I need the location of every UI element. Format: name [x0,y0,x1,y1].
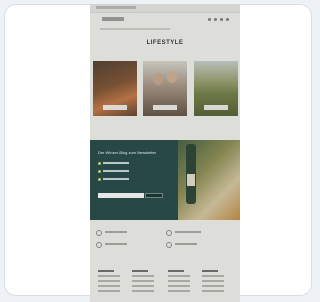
footer-column [168,270,190,295]
bottle-label [187,174,195,186]
footer-column [202,270,224,295]
feature-text [105,231,127,233]
wine-bottle-image [186,144,196,204]
check-icon [98,162,101,165]
benefit-line [103,162,129,164]
person-image [153,73,163,85]
newsletter-image [178,140,240,220]
tile-vineyard[interactable] [194,61,238,116]
footer-column [98,270,120,295]
tile-people[interactable] [143,61,187,116]
footer-column [132,270,154,295]
site-footer [90,266,240,302]
page-screenshot: LIFESTYLE Der Winzer-Blog zum Newsletter [90,4,240,302]
tile-food[interactable] [93,61,137,116]
search-icon[interactable] [208,18,211,21]
tile-button[interactable] [103,105,127,110]
email-input[interactable] [98,193,144,198]
account-icon[interactable] [214,18,217,21]
feature-text [175,243,197,245]
feature-text [175,231,201,233]
url-text [96,6,136,9]
site-logo[interactable] [102,17,124,21]
tile-button[interactable] [204,105,228,110]
wishlist-icon[interactable] [220,18,223,21]
person-image [167,71,177,83]
newsletter-heading: Der Winzer-Blog zum Newsletter [98,150,157,155]
newsletter-section: Der Winzer-Blog zum Newsletter [90,140,240,220]
browser-bar [90,4,240,13]
check-icon [98,178,101,181]
section-title: LIFESTYLE [146,40,184,46]
cart-icon[interactable] [226,18,229,21]
feature-icon [166,230,172,236]
benefit-line [103,170,129,172]
tile-button[interactable] [153,105,177,110]
feature-icon [166,242,172,248]
check-icon [98,170,101,173]
feature-icon [96,242,102,248]
site-header [90,13,240,27]
feature-icon [96,230,102,236]
benefit-line [103,178,129,180]
breadcrumb [100,28,170,30]
feature-text [105,243,127,245]
subscribe-button[interactable] [145,193,163,198]
